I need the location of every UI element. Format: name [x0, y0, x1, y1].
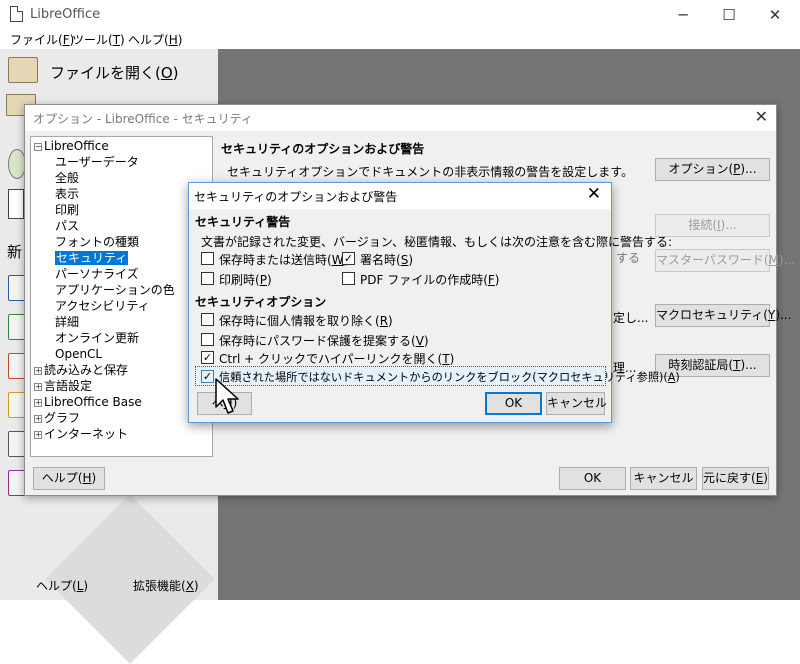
mouse-cursor-icon — [215, 378, 239, 414]
window-title: LibreOffice — [30, 7, 101, 22]
close-button[interactable]: ✕ — [752, 0, 798, 30]
macro-security-button[interactable]: マクロセキュリティ(Y)... — [655, 304, 791, 327]
expand-icon[interactable]: + — [34, 399, 42, 407]
tree-item-security[interactable]: セキュリティ — [55, 251, 129, 266]
close-icon[interactable]: ✕ — [587, 184, 601, 204]
warnings-description: 文書が記録された変更、バージョン、秘匿情報、もしくは次の注意を含む際に警告する: — [201, 235, 673, 249]
security-warnings-dialog: セキュリティのオプションおよび警告 ✕ セキュリティ警告 文書が記録された変更、… — [188, 182, 680, 423]
block-links-checkbox[interactable]: ✓ — [201, 370, 214, 383]
tree-item[interactable]: 表示 — [55, 187, 79, 202]
maximize-button[interactable]: ☐ — [706, 0, 752, 30]
expand-icon[interactable]: + — [34, 415, 42, 423]
signing-checkbox[interactable]: ✓ — [342, 252, 355, 265]
cancel-button[interactable]: キャンセル — [630, 467, 697, 490]
expand-icon[interactable]: + — [34, 431, 42, 439]
panel-description: セキュリティオプションでドキュメントの非表示情報の警告を設定します。 — [227, 165, 634, 179]
menu-file[interactable]: ファイル(F) — [10, 31, 74, 48]
truncated-label: する — [616, 251, 641, 265]
folder-icon — [8, 57, 38, 83]
menu-help[interactable]: ヘルプ(H) — [128, 31, 182, 48]
expand-icon[interactable]: + — [34, 367, 42, 375]
tree-item[interactable]: パーソナライズ — [55, 267, 139, 282]
remove-personal-info-checkbox[interactable] — [201, 313, 214, 326]
tree-group[interactable]: + LibreOffice Base — [34, 395, 142, 410]
save-send-checkbox[interactable] — [201, 252, 214, 265]
warnings-heading: セキュリティ警告 — [195, 215, 291, 229]
block-links-label: 信頼された場所ではないドキュメントからのリンクをブロック(マクロセキュリティ参照… — [219, 371, 680, 384]
tree-item[interactable]: 全般 — [55, 171, 79, 186]
tree-group[interactable]: + 読み込みと保存 — [34, 363, 128, 378]
ok-button[interactable]: OK — [559, 467, 626, 490]
options-title-bar: オプション - LibreOffice - セキュリティ ✕ — [25, 105, 776, 131]
pdf-checkbox[interactable] — [342, 272, 355, 285]
tree-group[interactable]: + インターネット — [34, 427, 128, 442]
ctrl-click-checkbox[interactable]: ✓ — [201, 351, 214, 364]
recommend-password-label: 保存時にパスワード保護を提案する(V) — [219, 334, 429, 348]
tree-item[interactable]: ユーザーデータ — [55, 155, 139, 170]
save-send-label: 保存時または送信時(W) — [219, 253, 348, 267]
tree-item[interactable]: アクセシビリティ — [55, 299, 150, 314]
pdf-label: PDF ファイルの作成時(F) — [360, 273, 500, 287]
tree-item[interactable]: OpenCL — [55, 347, 102, 362]
tree-item[interactable]: アプリケーションの色 — [55, 283, 175, 298]
new-label: 新 — [7, 243, 23, 261]
tree-group[interactable]: + グラフ — [34, 411, 80, 426]
tree-group[interactable]: + 言語設定 — [34, 379, 92, 394]
document-icon[interactable] — [8, 189, 24, 219]
tree-item[interactable]: パス — [55, 219, 79, 234]
title-bar: LibreOffice ─ ☐ ✕ — [0, 0, 800, 30]
tree-root[interactable]: − LibreOffice — [34, 139, 109, 154]
master-password-button[interactable]: マスターパスワード(M)... — [655, 249, 795, 272]
start-help-button[interactable]: ヘルプ(L) — [36, 577, 88, 594]
ctrl-click-label: Ctrl + クリックでハイパーリンクを開く(T) — [219, 352, 455, 366]
reset-button[interactable]: 元に戻す(E) — [702, 467, 769, 490]
panel-heading: セキュリティのオプションおよび警告 — [221, 142, 425, 156]
document-icon — [10, 6, 23, 22]
tree-item[interactable]: 印刷 — [55, 203, 79, 218]
options-title: オプション - LibreOffice - セキュリティ — [33, 112, 253, 126]
security-dialog-title: セキュリティのオプションおよび警告 — [194, 190, 398, 204]
printing-checkbox[interactable] — [201, 272, 214, 285]
truncated-label: 定し... — [613, 311, 649, 325]
open-file-button[interactable]: ファイルを開く(O) — [6, 54, 196, 88]
security-dialog-title-bar: セキュリティのオプションおよび警告 ✕ — [189, 183, 611, 209]
security-options-button[interactable]: オプション(P)... — [655, 158, 770, 181]
remove-personal-info-label: 保存時に個人情報を取り除く(R) — [219, 314, 393, 328]
close-icon[interactable]: ✕ — [755, 107, 768, 126]
printing-label: 印刷時(P) — [219, 273, 272, 287]
options-heading: セキュリティオプション — [195, 295, 327, 309]
security-cancel-button[interactable]: キャンセル — [546, 392, 607, 415]
security-ok-button[interactable]: OK — [485, 392, 542, 415]
help-button[interactable]: ヘルプ(H) — [33, 467, 105, 490]
connect-button[interactable]: 接続(I)... — [655, 214, 770, 237]
menu-bar: ファイル(F) ツール(T) ヘルプ(H) — [0, 30, 800, 49]
recommend-password-checkbox[interactable] — [201, 333, 214, 346]
signing-label: 署名時(S) — [360, 253, 413, 267]
collapse-icon[interactable]: − — [34, 143, 42, 151]
tree-item[interactable]: フォントの種類 — [55, 235, 139, 250]
tree-item[interactable]: オンライン更新 — [55, 331, 139, 346]
extensions-button[interactable]: 拡張機能(X) — [133, 577, 199, 594]
expand-icon[interactable]: + — [34, 383, 42, 391]
menu-tools[interactable]: ツール(T) — [72, 31, 125, 48]
options-tree: − LibreOffice ユーザーデータ 全般 表示 印刷 パス フォントの種類… — [30, 136, 213, 457]
minimize-button[interactable]: ─ — [660, 0, 706, 30]
tree-item[interactable]: 詳細 — [55, 315, 79, 330]
